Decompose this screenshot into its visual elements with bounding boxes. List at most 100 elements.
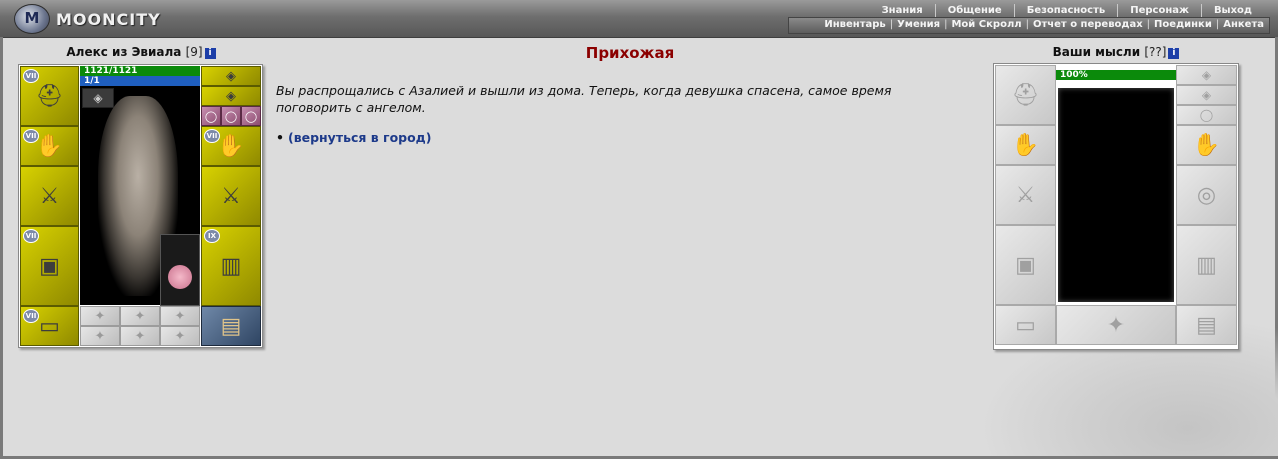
item-grade-badge: IX xyxy=(204,229,220,243)
menu-exit[interactable]: Выход xyxy=(1200,4,1264,17)
boots-icon: ▤ xyxy=(220,313,242,339)
opponent-title: Ваши мысли [??] i xyxy=(994,45,1238,59)
sword-icon: ⚔ xyxy=(1015,182,1036,208)
ring-icon: ◯ xyxy=(244,109,258,123)
boots-icon: ▤ xyxy=(1196,312,1217,338)
sword-icon: ⚔ xyxy=(39,183,60,209)
player-rune-slot-3[interactable]: ✦ xyxy=(160,306,200,326)
opponent-pants-slot[interactable]: ▥ xyxy=(1176,225,1237,305)
player-rune-slot-4[interactable]: ✦ xyxy=(80,326,120,346)
player-helmet-slot[interactable]: ⛑ VII xyxy=(20,66,79,126)
menu-character[interactable]: Персонаж xyxy=(1117,4,1201,17)
item-grade-badge: VII xyxy=(23,229,39,243)
item-grade-badge: VII xyxy=(204,129,220,143)
submenu-profile[interactable]: Анкета xyxy=(1223,18,1264,31)
player-rune-slot-2[interactable]: ✦ xyxy=(120,306,160,326)
necklace-icon: ◈ xyxy=(1201,88,1212,102)
opponent-belt-slot[interactable]: ▭ xyxy=(995,305,1056,345)
thoughts-progress-bar: 100% xyxy=(1056,70,1176,80)
rune-icon: ✦ xyxy=(1106,312,1126,338)
opponent-earring-slot[interactable]: ◈ xyxy=(1176,65,1237,85)
player-info-icon[interactable]: i xyxy=(204,48,216,59)
rune-icon: ✦ xyxy=(174,328,186,344)
player-title: Алекс из Эвиала [9] i xyxy=(20,45,262,59)
gloves-icon: ✋ xyxy=(1192,132,1221,158)
player-mp-bar: 1/1 xyxy=(80,76,200,86)
character-submenu: Инвентарь | Умения | Мой Скролл | Отчет о п… xyxy=(824,18,1264,31)
player-necklace-slot[interactable]: ◈ xyxy=(201,86,261,106)
opponent-name[interactable]: Ваши мысли xyxy=(1053,45,1141,59)
opponent-equipment-doll: ⛑ ✋ ⚔ ▣ ▭ 100% ✦ ◈ ◈ ◯ ✋ ◎ ▥ ▤ xyxy=(993,63,1239,350)
player-amulet-slot[interactable]: ◈ xyxy=(82,88,114,108)
rune-icon: ✦ xyxy=(134,328,146,344)
player-rune-slot-1[interactable]: ✦ xyxy=(80,306,120,326)
rune-icon: ✦ xyxy=(174,308,186,324)
gloves-icon: ✋ xyxy=(1011,132,1040,158)
item-grade-badge: VII xyxy=(23,69,39,83)
player-rune-slot-5[interactable]: ✦ xyxy=(120,326,160,346)
player-weapon-right-slot[interactable]: ⚔ xyxy=(201,166,261,226)
player-pet-image[interactable] xyxy=(160,234,200,306)
player-hp-bar: 1121/1121 xyxy=(80,66,200,76)
player-belt-slot[interactable]: ▭ VII xyxy=(20,306,79,346)
player-boots-slot[interactable]: ▤ xyxy=(201,306,261,346)
submenu-duels[interactable]: Поединки xyxy=(1154,18,1212,31)
earring-icon: ◈ xyxy=(226,68,236,84)
menu-security[interactable]: Безопасность xyxy=(1013,4,1118,17)
player-level: [9] xyxy=(185,45,203,59)
helmet-icon: ⛑ xyxy=(1011,82,1040,108)
frame-left xyxy=(0,37,3,459)
submenu-skills[interactable]: Умения xyxy=(897,18,940,31)
story-text: Вы распрощались с Азалией и вышли из дом… xyxy=(276,83,892,115)
player-equipment-doll: ⛑ VII ✋ VII ⚔ ▣ VII ▭ VII 1121/1121 1/1 … xyxy=(18,64,263,348)
player-avatar[interactable]: ◈ xyxy=(80,86,200,306)
submenu-my-scroll[interactable]: Мой Скролл xyxy=(951,18,1021,31)
return-to-city-action: • (вернуться в город) xyxy=(276,130,432,145)
pants-icon: ▥ xyxy=(1196,252,1217,278)
ring-icon: ◯ xyxy=(224,109,238,123)
player-ring-slot-1[interactable]: ◯ xyxy=(201,106,221,126)
opponent-necklace-slot[interactable]: ◈ xyxy=(1176,85,1237,105)
opponent-shield-slot[interactable]: ◎ xyxy=(1176,165,1237,225)
player-gloves-slot[interactable]: ✋ VII xyxy=(201,126,261,166)
menu-communication[interactable]: Общение xyxy=(934,4,1014,17)
opponent-rings-slot[interactable]: ◯ xyxy=(1176,105,1237,125)
necklace-icon: ◈ xyxy=(226,88,236,104)
player-armor-slot[interactable]: ▣ VII xyxy=(20,226,79,306)
sword-icon: ⚔ xyxy=(221,183,241,209)
opponent-helmet-slot[interactable]: ⛑ xyxy=(995,65,1056,125)
submenu-transfer-report[interactable]: Отчет о переводах xyxy=(1033,18,1143,31)
player-weapon-left-slot[interactable]: ⚔ xyxy=(20,166,79,226)
submenu-inventory[interactable]: Инвентарь xyxy=(824,18,885,31)
player-rune-slot-6[interactable]: ✦ xyxy=(160,326,200,346)
belt-icon: ▭ xyxy=(1015,312,1036,338)
item-grade-badge: VII xyxy=(23,309,39,323)
main-menu: Знания Общение Безопасность Персонаж Вых… xyxy=(870,4,1264,17)
player-name[interactable]: Алекс из Эвиала xyxy=(66,45,181,59)
return-to-city-link[interactable]: (вернуться в город) xyxy=(288,130,432,145)
opponent-bracers-slot[interactable]: ✋ xyxy=(995,125,1056,165)
player-pants-slot[interactable]: ▥ IX xyxy=(201,226,261,306)
opponent-level: [??] xyxy=(1144,45,1167,59)
mooncity-logo-icon[interactable]: M xyxy=(14,4,50,34)
rune-icon: ✦ xyxy=(94,328,106,344)
location-title: Прихожая xyxy=(585,44,675,62)
player-bracers-slot[interactable]: ✋ VII xyxy=(20,126,79,166)
player-ring-slot-3[interactable]: ◯ xyxy=(241,106,261,126)
opponent-boots-slot[interactable]: ▤ xyxy=(1176,305,1237,345)
opponent-gloves-slot[interactable]: ✋ xyxy=(1176,125,1237,165)
shield-icon: ◎ xyxy=(1196,182,1217,208)
opponent-rune-panel[interactable]: ✦ xyxy=(1056,305,1176,345)
player-earring-slot[interactable]: ◈ xyxy=(201,66,261,86)
amulet-icon: ◈ xyxy=(93,91,103,105)
ring-icon: ◯ xyxy=(204,109,218,123)
opponent-armor-slot[interactable]: ▣ xyxy=(995,225,1056,305)
menu-knowledge[interactable]: Знания xyxy=(870,4,935,17)
opponent-weapon-left-slot[interactable]: ⚔ xyxy=(995,165,1056,225)
item-grade-badge: VII xyxy=(23,129,39,143)
armor-icon: ▣ xyxy=(1015,252,1036,278)
player-ring-slot-2[interactable]: ◯ xyxy=(221,106,241,126)
rune-icon: ✦ xyxy=(94,308,106,324)
opponent-info-icon[interactable]: i xyxy=(1168,48,1180,59)
logo-text[interactable]: MOONCITY xyxy=(56,10,161,29)
